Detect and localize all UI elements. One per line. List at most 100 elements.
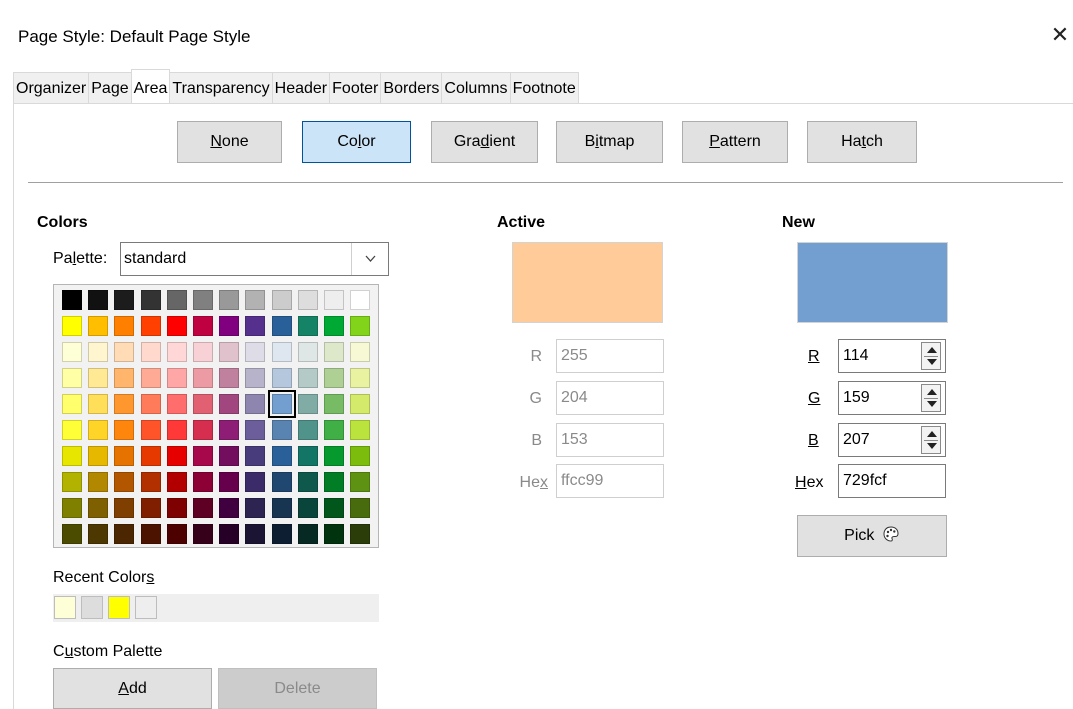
color-swatch[interactable] (62, 524, 82, 544)
hatch-button[interactable]: Hatch (807, 121, 917, 163)
color-swatch[interactable] (88, 420, 109, 440)
color-swatch[interactable] (324, 498, 344, 518)
color-swatch[interactable] (219, 316, 240, 336)
color-swatch[interactable] (62, 394, 82, 414)
color-swatch[interactable] (297, 342, 318, 362)
color-swatch[interactable] (271, 498, 292, 518)
none-button[interactable]: None (177, 121, 282, 163)
color-swatch[interactable] (350, 394, 371, 414)
color-swatch[interactable] (114, 316, 135, 336)
color-swatch[interactable] (140, 394, 161, 414)
recent-color-swatch[interactable] (54, 596, 76, 619)
new-hex-field[interactable]: 729fcf (838, 464, 946, 498)
color-swatch[interactable] (324, 420, 344, 440)
color-swatch[interactable] (245, 290, 266, 310)
color-swatch[interactable] (88, 524, 109, 544)
color-swatch[interactable] (245, 368, 266, 388)
color-swatch[interactable] (88, 290, 109, 310)
color-swatch[interactable] (271, 316, 292, 336)
color-swatch[interactable] (88, 368, 109, 388)
color-swatch[interactable] (350, 342, 371, 362)
color-swatch[interactable] (62, 368, 82, 388)
color-swatch[interactable] (271, 472, 292, 492)
tab-borders[interactable]: Borders (380, 72, 443, 103)
tab-transparency[interactable]: Transparency (169, 72, 273, 103)
color-swatch[interactable] (271, 368, 292, 388)
color-swatch[interactable] (324, 394, 344, 414)
color-swatch[interactable] (219, 342, 240, 362)
tab-columns[interactable]: Columns (441, 72, 511, 103)
color-swatch[interactable] (193, 342, 213, 362)
color-swatch[interactable] (350, 316, 371, 336)
pattern-button[interactable]: Pattern (682, 121, 788, 163)
color-swatch[interactable] (245, 394, 266, 414)
color-swatch[interactable] (271, 290, 292, 310)
color-swatch[interactable] (140, 290, 161, 310)
color-swatch[interactable] (193, 446, 213, 466)
color-swatch[interactable] (166, 316, 187, 336)
color-swatch[interactable] (245, 524, 266, 544)
color-swatch[interactable] (193, 498, 213, 518)
color-swatch[interactable] (114, 394, 135, 414)
color-swatch[interactable] (324, 368, 344, 388)
color-swatch[interactable] (114, 290, 135, 310)
color-swatch[interactable] (62, 498, 82, 518)
color-swatch[interactable] (297, 316, 318, 336)
color-swatch[interactable] (271, 420, 292, 440)
color-swatch[interactable] (219, 472, 240, 492)
color-swatch[interactable] (350, 498, 371, 518)
color-swatch[interactable] (88, 342, 109, 362)
color-swatch[interactable] (324, 290, 344, 310)
color-swatch[interactable] (166, 472, 187, 492)
color-swatch[interactable] (219, 524, 240, 544)
color-swatch[interactable] (297, 498, 318, 518)
new-g-spinner[interactable] (921, 384, 941, 412)
color-swatch[interactable] (350, 368, 371, 388)
color-swatch[interactable] (193, 472, 213, 492)
color-swatch[interactable] (114, 420, 135, 440)
tab-footer[interactable]: Footer (329, 72, 382, 103)
color-swatch[interactable] (140, 342, 161, 362)
color-swatch[interactable] (140, 524, 161, 544)
color-swatch[interactable] (245, 472, 266, 492)
color-swatch[interactable] (166, 524, 187, 544)
new-r-spinner[interactable] (921, 342, 941, 370)
recent-color-swatch[interactable] (108, 596, 130, 619)
color-button[interactable]: Color (302, 121, 411, 163)
color-swatch[interactable] (62, 316, 82, 336)
color-swatch[interactable] (166, 420, 187, 440)
new-b-spinner[interactable] (921, 426, 941, 454)
color-swatch[interactable] (193, 524, 213, 544)
color-swatch[interactable] (350, 446, 371, 466)
color-swatch[interactable] (271, 342, 292, 362)
color-swatch[interactable] (114, 446, 135, 466)
color-swatch[interactable] (193, 290, 213, 310)
color-swatch[interactable] (62, 290, 82, 310)
color-swatch[interactable] (350, 420, 371, 440)
color-swatch[interactable] (297, 368, 318, 388)
color-swatch[interactable] (297, 290, 318, 310)
color-swatch[interactable] (219, 368, 240, 388)
add-button[interactable]: Add (53, 668, 212, 709)
color-swatch[interactable] (62, 420, 82, 440)
color-swatch[interactable] (88, 446, 109, 466)
color-swatch[interactable] (62, 342, 82, 362)
color-swatch[interactable] (219, 446, 240, 466)
color-swatch[interactable] (297, 472, 318, 492)
color-swatch[interactable] (350, 290, 371, 310)
color-swatch[interactable] (140, 420, 161, 440)
color-swatch[interactable] (297, 394, 318, 414)
color-swatch[interactable] (350, 524, 371, 544)
tab-header[interactable]: Header (271, 72, 331, 103)
color-swatch[interactable] (297, 420, 318, 440)
color-swatch[interactable] (166, 394, 187, 414)
tab-page[interactable]: Page (88, 72, 132, 103)
color-swatch[interactable] (324, 472, 344, 492)
color-swatch[interactable] (62, 472, 82, 492)
color-swatch[interactable] (166, 498, 187, 518)
color-swatch[interactable] (245, 498, 266, 518)
color-swatch[interactable] (193, 420, 213, 440)
color-swatch[interactable] (62, 446, 82, 466)
color-swatch[interactable] (166, 368, 187, 388)
tab-organizer[interactable]: Organizer (13, 72, 90, 103)
